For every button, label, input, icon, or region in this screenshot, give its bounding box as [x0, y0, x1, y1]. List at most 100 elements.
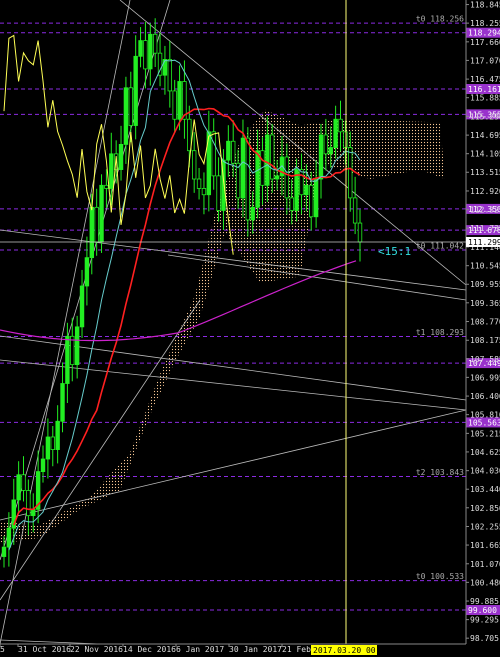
- candle-body: [270, 134, 275, 180]
- price-tick-label: 111.735: [470, 224, 500, 233]
- time-tick-label: 14 Dec 2016: [123, 645, 176, 654]
- candle-body: [338, 118, 343, 133]
- price-tick-label: 102.255: [470, 522, 500, 531]
- candle-body: [79, 285, 85, 328]
- candle-body: [118, 144, 124, 170]
- price-tick-label: 117.660: [470, 38, 500, 47]
- price-tick-label: 108.175: [470, 336, 500, 345]
- candle-body: [60, 383, 65, 422]
- price-tick-label: 105.810: [470, 411, 500, 420]
- candle-body: [55, 420, 60, 450]
- candle-body: [152, 33, 158, 54]
- candle-body: [231, 140, 236, 164]
- candle-body: [216, 175, 221, 211]
- price-tick-label: 99.885: [470, 597, 499, 606]
- ratio-annotation: <15:1: [378, 245, 411, 258]
- level-label: t2 103.843: [416, 468, 464, 477]
- price-tick-label: 118.255: [470, 19, 500, 28]
- candle-body: [123, 87, 129, 145]
- price-tick-label: 112.325: [470, 206, 500, 215]
- candle-body: [6, 527, 12, 548]
- candle-body: [323, 134, 329, 155]
- price-tick-label: 109.365: [470, 299, 500, 308]
- price-tick-label: 101.665: [470, 541, 500, 550]
- candle-body: [99, 184, 104, 243]
- candle-body: [343, 131, 348, 148]
- candle-body: [284, 156, 290, 199]
- price-tick-label: 105.215: [470, 429, 500, 438]
- price-tick-label: 117.070: [470, 56, 500, 65]
- price-tick-label: 116.475: [470, 75, 500, 84]
- candle-body: [309, 184, 314, 218]
- candle-body: [265, 134, 270, 186]
- candle-body: [240, 137, 246, 199]
- candle-body: [191, 150, 197, 180]
- candle-body: [333, 118, 338, 148]
- price-tick-label: 113.515: [470, 168, 500, 177]
- candle-body: [226, 140, 231, 161]
- time-tick-label: 31 Oct 2016: [18, 645, 71, 654]
- level-badge-text: 116.161: [468, 85, 500, 94]
- price-tick-label: 112.920: [470, 187, 500, 196]
- price-tick-label: 107.585: [470, 355, 500, 364]
- candle-body: [143, 40, 148, 70]
- candle-body: [255, 150, 260, 208]
- candle-body: [128, 87, 133, 126]
- price-tick-label: 103.440: [470, 485, 500, 494]
- level-label: t0 100.533: [416, 572, 464, 581]
- candle-body: [245, 137, 251, 221]
- level-label: t0 118.256: [416, 15, 464, 24]
- price-tick-label: 114.695: [470, 131, 500, 140]
- time-tick-label: 30 Jan 2017: [229, 645, 282, 654]
- candle-body: [352, 197, 358, 224]
- candle-body: [211, 131, 216, 177]
- price-tick-label: 109.955: [470, 280, 500, 289]
- level-badge-text: 105.563: [468, 418, 500, 427]
- candle-body: [177, 81, 182, 120]
- candle-body: [65, 335, 70, 384]
- time-tick-label: 6 Jan 2017: [176, 645, 224, 654]
- level-label: t1 108.293: [416, 328, 464, 337]
- candle-body: [109, 153, 114, 189]
- candle-body: [304, 184, 309, 196]
- price-tick-label: 99.295: [470, 616, 499, 625]
- candle-body: [348, 147, 353, 199]
- candle-body: [50, 436, 55, 450]
- level-badge-text: 99.600: [468, 606, 497, 615]
- candle-body: [235, 162, 241, 199]
- candle-body: [274, 175, 280, 180]
- candle-body: [74, 326, 80, 366]
- price-tick-label: 110.545: [470, 262, 500, 271]
- candle-body: [201, 188, 207, 196]
- price-tick-label: 115.290: [470, 112, 500, 121]
- candle-body: [16, 474, 21, 501]
- price-tick-label: 98.705: [470, 634, 499, 643]
- price-tick-label: 104.625: [470, 448, 500, 457]
- time-tick-label: 5: [0, 645, 5, 654]
- candle-body: [138, 40, 143, 57]
- price-tick-label: 108.770: [470, 318, 500, 327]
- date-badge-text: 2017.03.20 00:00: [313, 646, 390, 655]
- level-badge-text: 118.294: [468, 29, 500, 38]
- candle-body: [299, 169, 304, 196]
- candle-body: [172, 90, 177, 120]
- candle-body: [187, 118, 192, 152]
- candle-body: [133, 55, 138, 126]
- candle-body: [196, 178, 202, 189]
- candle-body: [89, 206, 94, 259]
- price-chart: t0 118.256118.294116.161115.355112.35011…: [0, 0, 500, 657]
- candle-body: [318, 134, 324, 180]
- time-tick-label: 22 Nov 2016: [70, 645, 123, 654]
- candle-body: [328, 147, 333, 155]
- price-tick-label: 101.070: [470, 560, 500, 569]
- candle-body: [26, 490, 31, 517]
- candle-body: [40, 458, 46, 472]
- candle-body: [357, 222, 363, 243]
- candle-body: [104, 184, 109, 189]
- candle-body: [148, 33, 153, 70]
- candle-body: [1, 546, 7, 557]
- candle-body: [250, 206, 255, 221]
- price-tick-label: 114.105: [470, 150, 500, 159]
- price-tick-label: 106.995: [470, 373, 500, 382]
- candle-body: [167, 59, 173, 92]
